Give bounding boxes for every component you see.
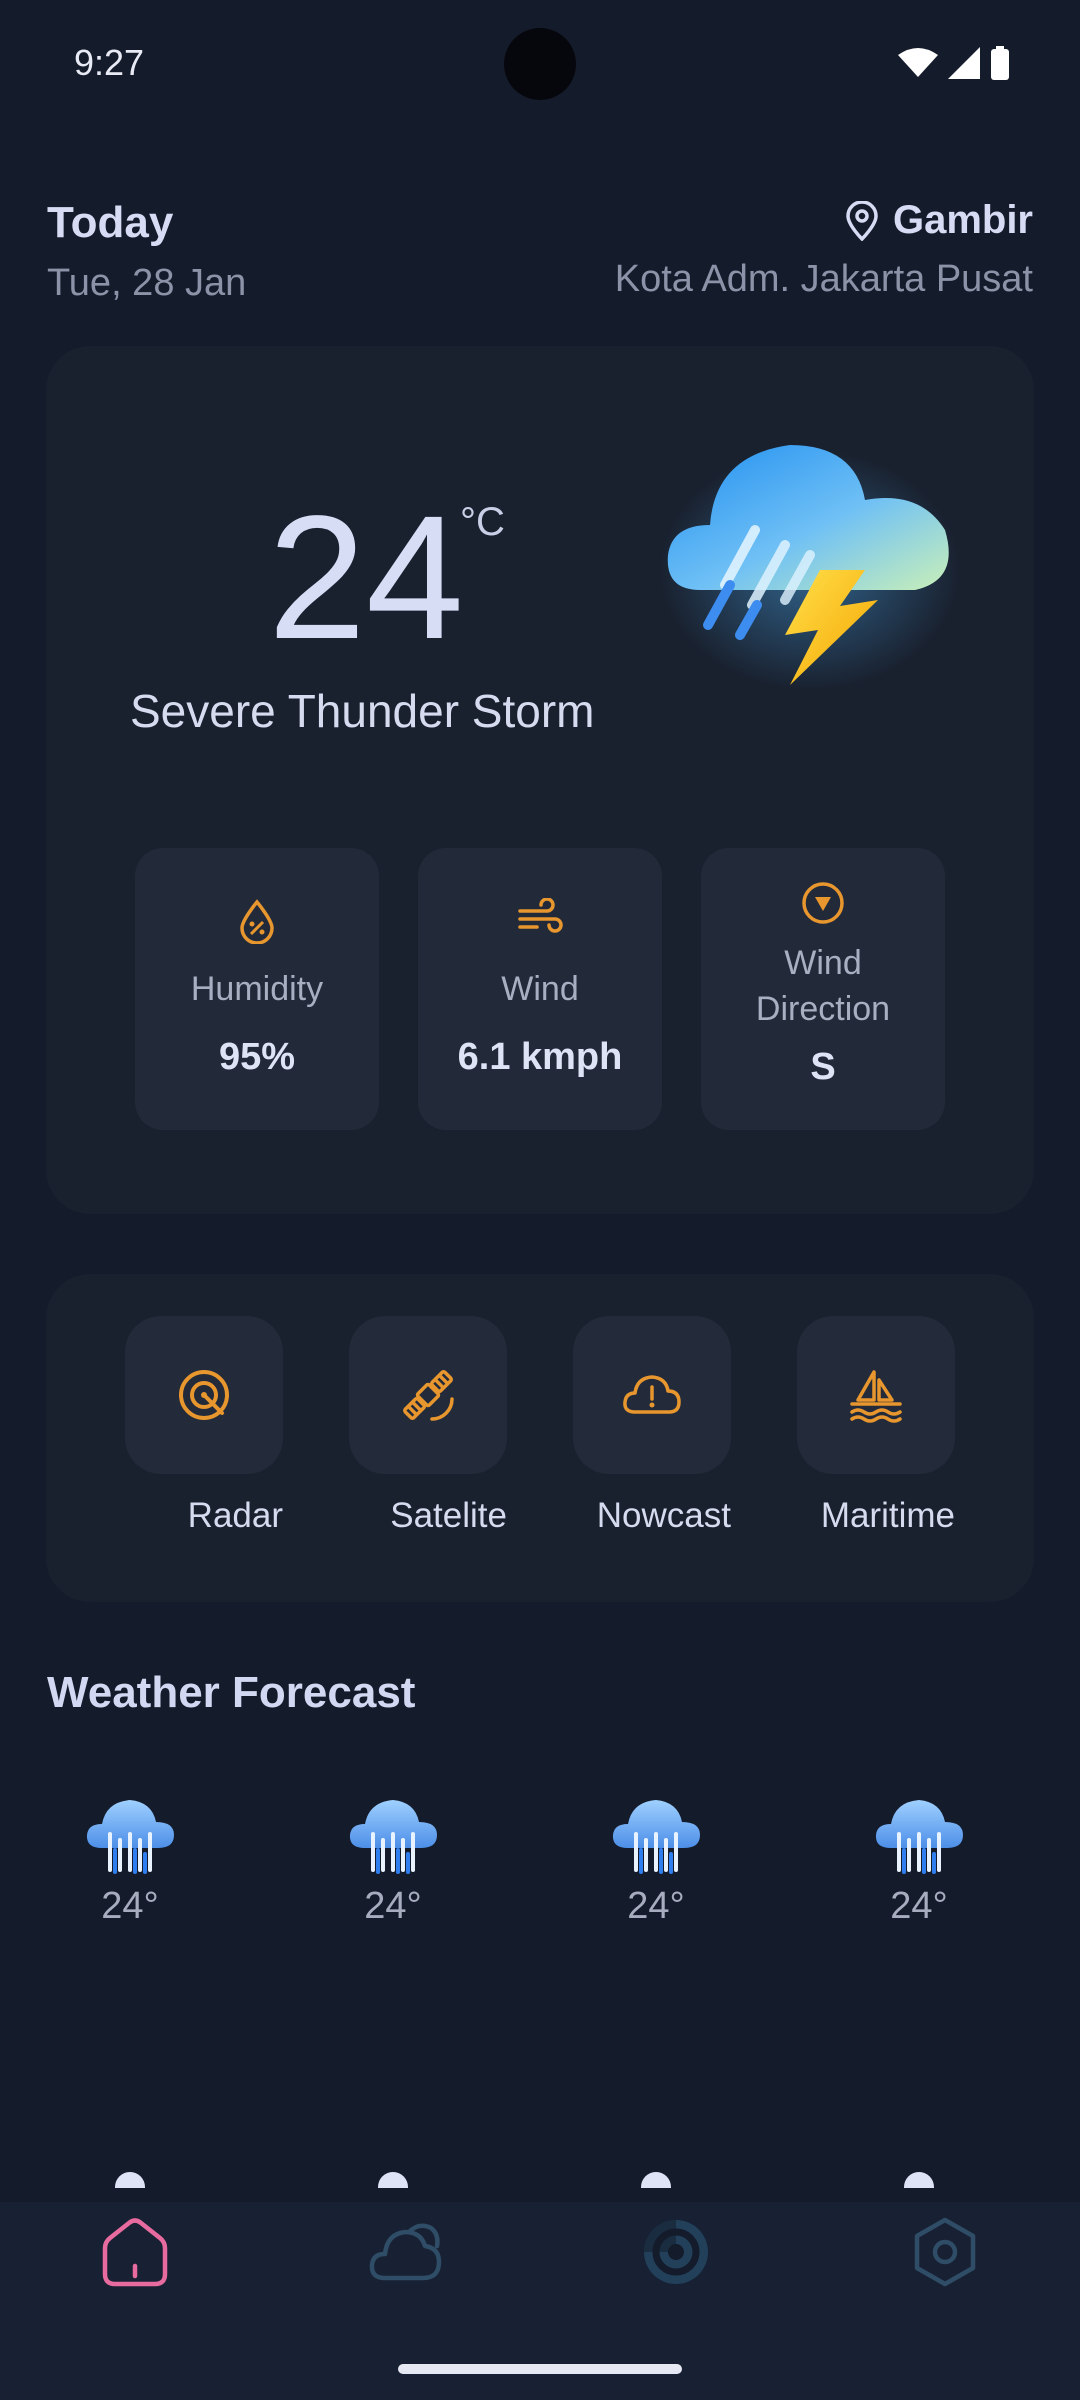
status-icons — [898, 46, 1010, 80]
wind-direction-label-line1: Wind — [784, 944, 862, 982]
home-icon — [102, 2218, 168, 2287]
camera-cutout — [504, 28, 576, 100]
cloud-icon — [369, 2223, 442, 2281]
radar-icon — [179, 1370, 229, 1420]
screen: 9:27 Today Tue, 28 Jan Gambir Kota Adm. … — [0, 0, 1080, 2400]
compass-icon — [802, 882, 844, 924]
humidity-value: 95% — [218, 1036, 296, 1078]
satellite-tile[interactable] — [349, 1316, 507, 1474]
location-selector[interactable]: Gambir — [845, 198, 1033, 243]
location-name: Gambir — [892, 198, 1033, 242]
humidity-card: Humidity 95% — [135, 848, 379, 1130]
radar-icon — [644, 2220, 708, 2284]
nav-settings[interactable] — [905, 2212, 985, 2292]
radar-label: Radar — [187, 1496, 283, 1535]
nowcast-button[interactable]: Nowcast — [573, 1316, 731, 1536]
satellite-label: Satelite — [390, 1496, 507, 1535]
settings-icon — [914, 2217, 976, 2287]
signal-icon — [948, 47, 980, 79]
temperature-unit: °C — [460, 500, 505, 544]
wind-label: Wind — [501, 970, 579, 1008]
humidity-label: Humidity — [190, 970, 324, 1008]
wind-card: Wind 6.1 kmph — [418, 848, 662, 1130]
forecast-temp: 24° — [364, 1885, 422, 1927]
nowcast-label: Nowcast — [596, 1496, 731, 1535]
radar-tile[interactable] — [125, 1316, 283, 1474]
wind-direction-label: Wind Direction — [701, 940, 945, 1032]
satellite-icon — [403, 1370, 454, 1421]
current-date: Tue, 28 Jan — [47, 262, 247, 304]
weather-condition: Severe Thunder Storm — [130, 685, 595, 737]
nav-home[interactable] — [95, 2212, 175, 2292]
sailboat-icon — [850, 1370, 902, 1423]
forecast-next-row-peek — [641, 2172, 671, 2188]
forecast-item[interactable]: 24° — [596, 1790, 716, 1928]
current-temperature: 24 — [268, 480, 464, 676]
maritime-label: Maritime — [820, 1496, 955, 1535]
humidity-icon — [240, 899, 274, 945]
wifi-icon — [898, 48, 938, 77]
forecast-item[interactable]: 24° — [333, 1790, 453, 1928]
nav-weather[interactable] — [365, 2212, 445, 2292]
nav-radar[interactable] — [636, 2212, 716, 2292]
forecast-item[interactable]: 24° — [70, 1790, 190, 1928]
satellite-button[interactable]: Satelite — [349, 1316, 507, 1536]
rain-icon — [349, 1800, 437, 1874]
forecast-next-row-peek — [115, 2172, 145, 2188]
location-pin-icon — [846, 200, 878, 241]
battery-icon — [991, 46, 1009, 80]
rain-icon — [612, 1800, 700, 1874]
page-title: Today — [47, 198, 174, 247]
forecast-next-row-peek — [904, 2172, 934, 2188]
forecast-temp: 24° — [101, 1885, 159, 1927]
forecast-next-row-peek — [378, 2172, 408, 2188]
forecast-temp: 24° — [627, 1885, 685, 1927]
forecast-title: Weather Forecast — [47, 1668, 416, 1717]
wind-direction-value: S — [810, 1046, 836, 1088]
rain-icon — [875, 1800, 963, 1874]
cloud-alert-icon — [623, 1375, 681, 1414]
nowcast-tile[interactable] — [573, 1316, 731, 1474]
maritime-tile[interactable] — [797, 1316, 955, 1474]
forecast-temp: 24° — [890, 1885, 948, 1927]
forecast-item[interactable]: 24° — [859, 1790, 979, 1928]
thunderstorm-icon — [660, 445, 960, 690]
wind-icon — [518, 897, 563, 933]
status-time: 9:27 — [74, 42, 145, 83]
location-region: Kota Adm. Jakarta Pusat — [614, 258, 1033, 300]
maritime-button[interactable]: Maritime — [797, 1316, 955, 1536]
wind-direction-card: Wind Direction S — [701, 848, 945, 1130]
home-indicator[interactable] — [398, 2364, 682, 2374]
wind-value: 6.1 kmph — [457, 1036, 623, 1078]
radar-button[interactable]: Radar — [125, 1316, 283, 1536]
rain-icon — [86, 1800, 174, 1874]
wind-direction-label-line2: Direction — [755, 990, 891, 1028]
